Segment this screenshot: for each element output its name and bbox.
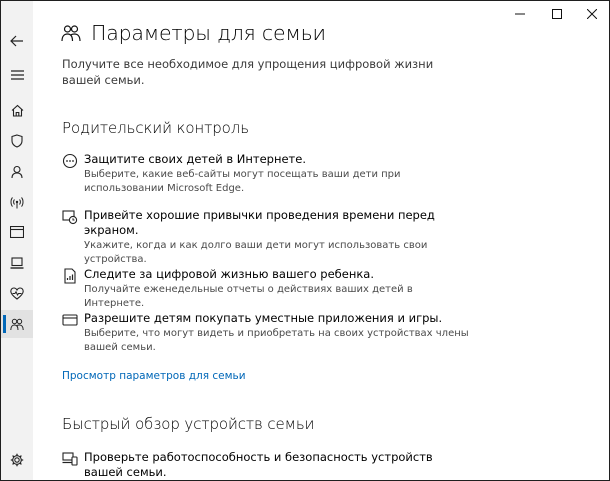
page-subtitle: Получите все необходимое для упрощения ц… — [62, 57, 434, 87]
family-devices-heading: Быстрый обзор устройств семьи — [62, 415, 315, 433]
nav-virus-protection[interactable] — [1, 127, 33, 155]
activity-report-icon — [64, 268, 76, 284]
hamburger-menu-icon — [10, 70, 24, 80]
laptop-icon — [10, 257, 24, 269]
app-browser-icon — [10, 226, 24, 238]
gear-icon — [10, 453, 24, 467]
menu-button[interactable] — [1, 61, 33, 89]
item-description: Выберите, что могут видеть и приобретать… — [84, 328, 469, 353]
shield-icon — [11, 134, 23, 148]
item-description: Получайте еженедельные отчеты о действия… — [84, 284, 413, 309]
nav-device-security[interactable] — [1, 249, 33, 277]
back-arrow-icon — [10, 35, 23, 47]
nav-device-performance[interactable] — [1, 279, 33, 307]
item-heading: Разрешите детям покупать уместные прилож… — [84, 311, 443, 325]
wireless-icon — [10, 196, 24, 208]
item-description: Укажите, когда и как долго ваши дети мог… — [84, 240, 428, 265]
page-header: Параметры для семьи — [61, 21, 326, 45]
heart-icon — [10, 286, 24, 300]
item-description: Выберите, какие веб-сайты могут посещать… — [84, 169, 401, 194]
home-icon — [11, 104, 23, 117]
main-content: Параметры для семьи Получите все необход… — [33, 1, 609, 480]
item-heading: Привейте хорошие привычки проведения вре… — [84, 208, 435, 237]
nav-family-options[interactable] — [1, 310, 33, 338]
nav-app-browser-control[interactable] — [1, 218, 33, 246]
item-heading: Проверьте работоспособность и безопаснос… — [84, 450, 433, 479]
family-icon — [10, 318, 24, 330]
app-window: Параметры для семьи Получите все необход… — [0, 0, 610, 481]
globe-icon — [62, 153, 78, 169]
view-family-settings-link[interactable]: Просмотр параметров для семьи — [62, 370, 246, 382]
devices-icon — [62, 452, 78, 466]
nav-home[interactable] — [1, 96, 33, 124]
family-icon — [61, 25, 81, 42]
item-heading: Защитите своих детей в Интернете. — [84, 152, 306, 166]
page-title: Параметры для семьи — [91, 21, 326, 45]
nav-account-protection[interactable] — [1, 158, 33, 186]
nav-firewall-network[interactable] — [1, 188, 33, 216]
payment-card-icon — [62, 314, 78, 326]
screen-time-icon — [62, 210, 78, 225]
parental-control-heading: Родительский контроль — [62, 119, 249, 137]
navigation-rail — [1, 1, 33, 480]
nav-settings[interactable] — [1, 446, 33, 474]
person-icon — [11, 165, 23, 179]
back-button[interactable] — [1, 27, 33, 55]
item-heading: Следите за цифровой жизнью вашего ребенк… — [84, 267, 374, 281]
